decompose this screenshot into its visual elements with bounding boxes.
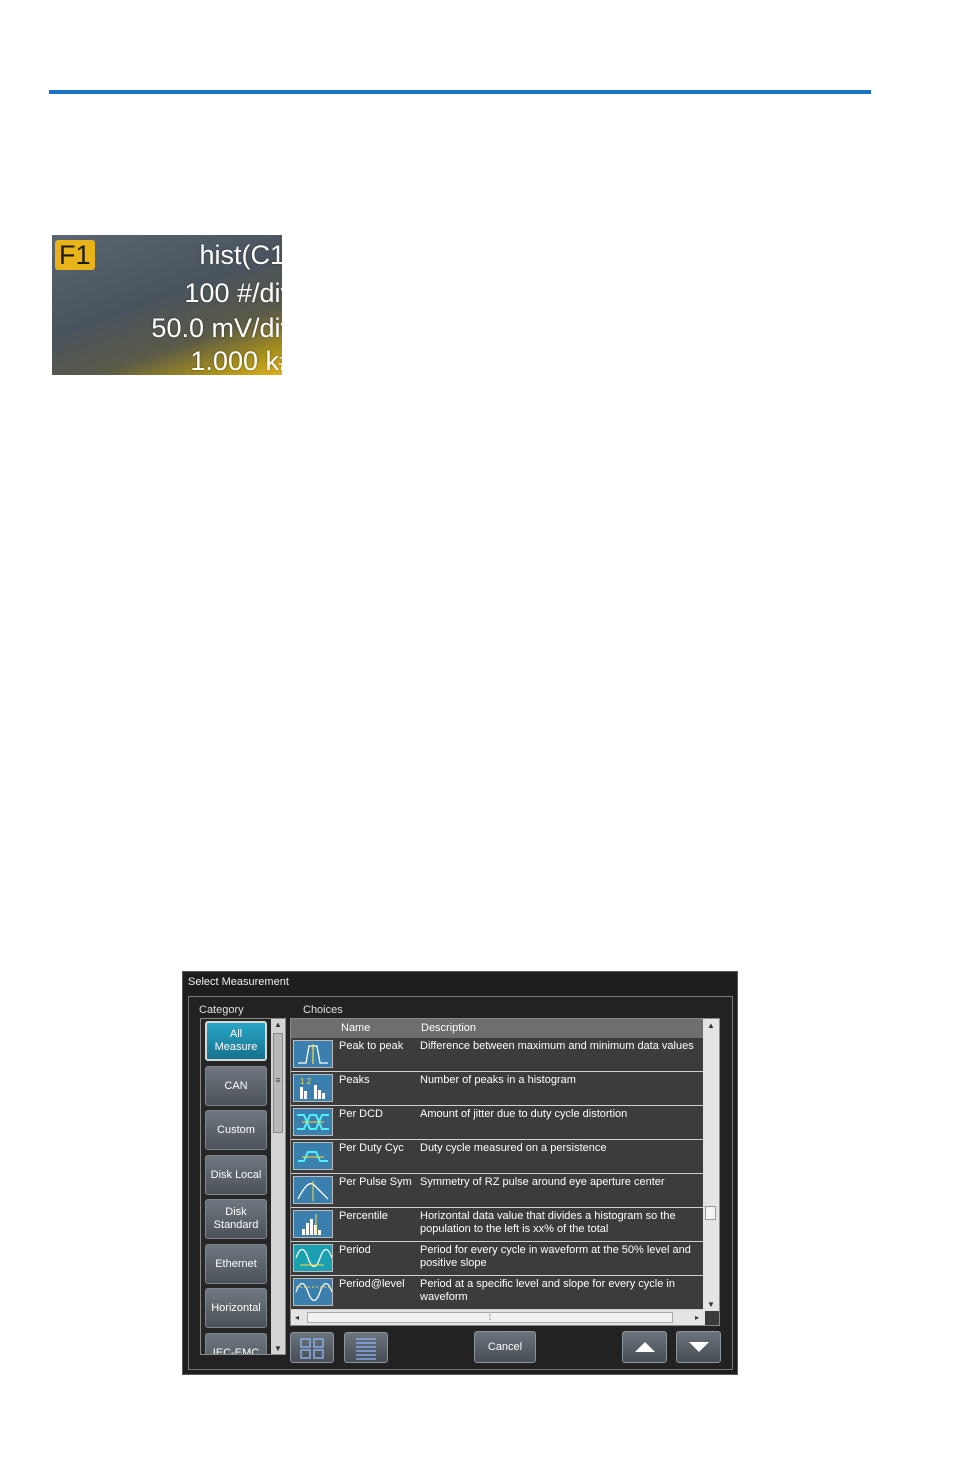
f1-total: 1.000 k# <box>190 346 282 375</box>
choices-table: Name Description Peak to peak Difference… <box>290 1018 720 1326</box>
f1-horizontal-scale: 50.0 mV/div <box>151 313 282 343</box>
choices-scroll-thumb[interactable] <box>705 1206 716 1220</box>
table-row[interactable]: Per Pulse Sym Symmetry of RZ pulse aroun… <box>291 1174 705 1208</box>
icon-view-button[interactable] <box>290 1332 334 1363</box>
f1-vertical-scale: 100 #/div <box>184 278 282 308</box>
percentile-histogram-icon <box>293 1210 333 1238</box>
grip-icon: ≡ <box>275 1075 281 1085</box>
grid-view-icon <box>300 1337 324 1359</box>
table-row[interactable]: Period@level Period at a specific level … <box>291 1276 705 1310</box>
category-all-measure[interactable]: All Measure <box>205 1021 267 1061</box>
page-up-button[interactable] <box>622 1331 667 1363</box>
scroll-up-arrow-icon[interactable]: ▲ <box>707 1021 715 1030</box>
category-disk-standard[interactable]: Disk Standard <box>205 1199 267 1239</box>
category-horizontal[interactable]: Horizontal <box>205 1288 267 1328</box>
scroll-right-arrow-icon[interactable]: ▸ <box>695 1313 699 1322</box>
eye-duty-cycle-icon <box>293 1142 333 1170</box>
table-header: Name Description <box>291 1019 705 1038</box>
category-iec-emc[interactable]: IEC-EMC <box>205 1333 267 1354</box>
table-row[interactable]: Period Period for every cycle in wavefor… <box>291 1242 705 1276</box>
f1-trace-descriptor[interactable]: F1 hist(C1) 100 #/div 50.0 mV/div 1.000 … <box>52 235 282 375</box>
triangle-down-icon <box>688 1342 709 1352</box>
horizontal-scroll-thumb[interactable]: ⁞ <box>307 1312 673 1323</box>
category-ethernet[interactable]: Ethernet <box>205 1244 267 1284</box>
triangle-up-icon <box>634 1342 655 1352</box>
column-name: Name <box>341 1022 371 1034</box>
peak-to-peak-icon <box>293 1040 333 1068</box>
pulse-symmetry-icon <box>293 1176 333 1204</box>
table-row[interactable]: Percentile Horizontal data value that di… <box>291 1208 705 1242</box>
scroll-up-arrow-icon[interactable]: ▲ <box>274 1020 282 1029</box>
select-measurement-dialog: Select Measurement Category Choices All … <box>182 971 738 1375</box>
category-scrollbar[interactable]: ▲ ≡ ▼ <box>271 1019 285 1354</box>
scroll-down-arrow-icon[interactable]: ▼ <box>274 1344 282 1353</box>
column-description: Description <box>421 1022 477 1034</box>
choices-horizontal-scrollbar[interactable]: ◂ ⁞ ▸ <box>291 1310 705 1325</box>
category-custom[interactable]: Custom <box>205 1110 267 1150</box>
f1-badge: F1 <box>55 240 95 270</box>
scroll-down-arrow-icon[interactable]: ▼ <box>707 1300 715 1309</box>
dialog-body: Category Choices All Measure CAN Custom … <box>188 996 733 1370</box>
eye-dcd-icon <box>293 1108 333 1136</box>
list-view-icon <box>356 1337 376 1360</box>
header-rule <box>49 90 871 94</box>
category-disk-local[interactable]: Disk Local <box>205 1155 267 1195</box>
choices-label: Choices <box>303 1004 343 1016</box>
peaks-histogram-icon: 1 2 <box>293 1074 333 1102</box>
choices-vertical-scrollbar[interactable]: ▲ ▼ <box>703 1019 719 1311</box>
table-row[interactable]: Per DCD Amount of jitter due to duty cyc… <box>291 1106 705 1140</box>
list-view-button[interactable] <box>344 1332 388 1363</box>
f1-function: hist(C1) <box>199 240 282 270</box>
cancel-button[interactable]: Cancel <box>474 1331 536 1363</box>
period-at-level-icon <box>293 1278 333 1306</box>
category-list: All Measure CAN Custom Disk Local Disk S… <box>200 1018 286 1355</box>
table-row[interactable]: Peak to peak Difference between maximum … <box>291 1038 705 1072</box>
svg-text:1 2: 1 2 <box>300 1077 312 1086</box>
scroll-left-arrow-icon[interactable]: ◂ <box>295 1313 299 1322</box>
dialog-title: Select Measurement <box>188 976 289 988</box>
period-waveform-icon <box>293 1244 333 1272</box>
category-label: Category <box>199 1004 244 1016</box>
table-row[interactable]: 1 2 Peaks Number of peaks in a histogram <box>291 1072 705 1106</box>
table-row[interactable]: Per Duty Cyc Duty cycle measured on a pe… <box>291 1140 705 1174</box>
category-can[interactable]: CAN <box>205 1066 267 1106</box>
page-down-button[interactable] <box>676 1331 721 1363</box>
